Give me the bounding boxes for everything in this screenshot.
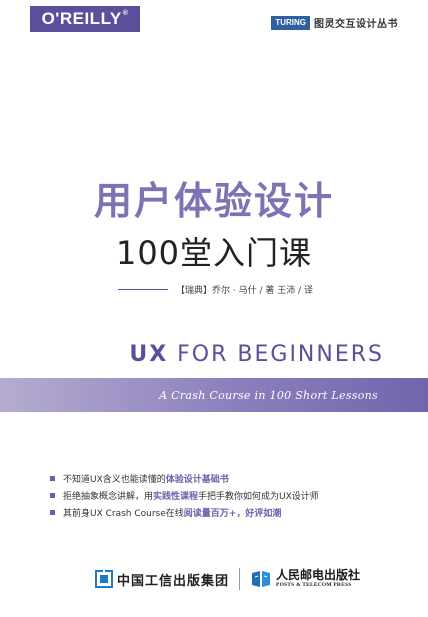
posts-name-cn: 人民邮电出版社 <box>276 568 361 583</box>
selling-point-highlight: 体验设计基础书 <box>165 475 229 485</box>
selling-point-item: 不知道UX含义也能读懂的 体验设计基础书 <box>50 470 319 487</box>
english-title: UX FOR BEGINNERS <box>129 342 384 367</box>
selling-point-item: 拒绝抽象概念讲解，用 实践性课程 手把手教你如何成为UX设计师 <box>50 487 319 504</box>
oreilly-logo-text: O'REILLY <box>41 9 122 28</box>
bullet-square-icon <box>50 476 55 481</box>
subtitle-band: A Crash Course in 100 Short Lessons <box>0 378 428 412</box>
selling-point-highlight: 实践性课程 <box>153 492 199 502</box>
publisher-logos: 中国工信出版集团 人民邮电出版社 POSTS & TELECOM PRESS <box>95 568 360 590</box>
author-rule <box>118 289 168 290</box>
authors-line: 【瑞典】乔尔 · 马什 / 著 王沛 / 译 <box>118 283 313 296</box>
selling-point-item: 其前身UX Crash Course在线 阅读量百万+，好评如潮 <box>50 504 319 521</box>
selling-points: 不知道UX含义也能读懂的 体验设计基础书 拒绝抽象概念讲解，用 实践性课程 手把手教你… <box>50 470 319 521</box>
posts-name-block: 人民邮电出版社 POSTS & TELECOM PRESS <box>276 569 360 589</box>
bullet-square-icon <box>50 493 55 498</box>
publisher-divider <box>239 568 241 590</box>
citic-emblem-icon <box>95 570 113 588</box>
series-name: 图灵交互设计丛书 <box>314 19 398 30</box>
selling-point-text: 不知道UX含义也能读懂的 <box>63 475 166 485</box>
selling-point-text: 其前身UX Crash Course在线 <box>63 509 184 519</box>
turing-logo: TURING <box>271 15 310 30</box>
posts-emblem-icon <box>252 571 271 587</box>
citic-logo: 中国工信出版集团 <box>95 570 229 589</box>
registered-mark: ® <box>122 9 129 17</box>
english-title-rest: FOR BEGINNERS <box>168 342 384 367</box>
series-label: TURING 图灵交互设计丛书 <box>271 15 398 30</box>
posts-logo: 人民邮电出版社 POSTS & TELECOM PRESS <box>250 569 360 589</box>
book-subtitle: 100堂入门课 <box>115 234 313 272</box>
authors-text: 【瑞典】乔尔 · 马什 / 著 王沛 / 译 <box>176 286 313 296</box>
book-title: 用户体验设计 <box>93 179 334 223</box>
selling-point-text-after: 手把手教你如何成为UX设计师 <box>198 492 319 502</box>
posts-name-en: POSTS & TELECOM PRESS <box>276 582 352 589</box>
english-subtitle: A Crash Course in 100 Short Lessons <box>159 388 378 402</box>
oreilly-logo: O'REILLY ® <box>30 6 140 32</box>
selling-point-highlight: 阅读量百万+，好评如潮 <box>183 509 282 519</box>
bullet-square-icon <box>50 510 55 515</box>
english-title-ux: UX <box>129 342 169 367</box>
selling-point-text: 拒绝抽象概念讲解，用 <box>63 492 154 502</box>
citic-name: 中国工信出版集团 <box>117 573 230 589</box>
